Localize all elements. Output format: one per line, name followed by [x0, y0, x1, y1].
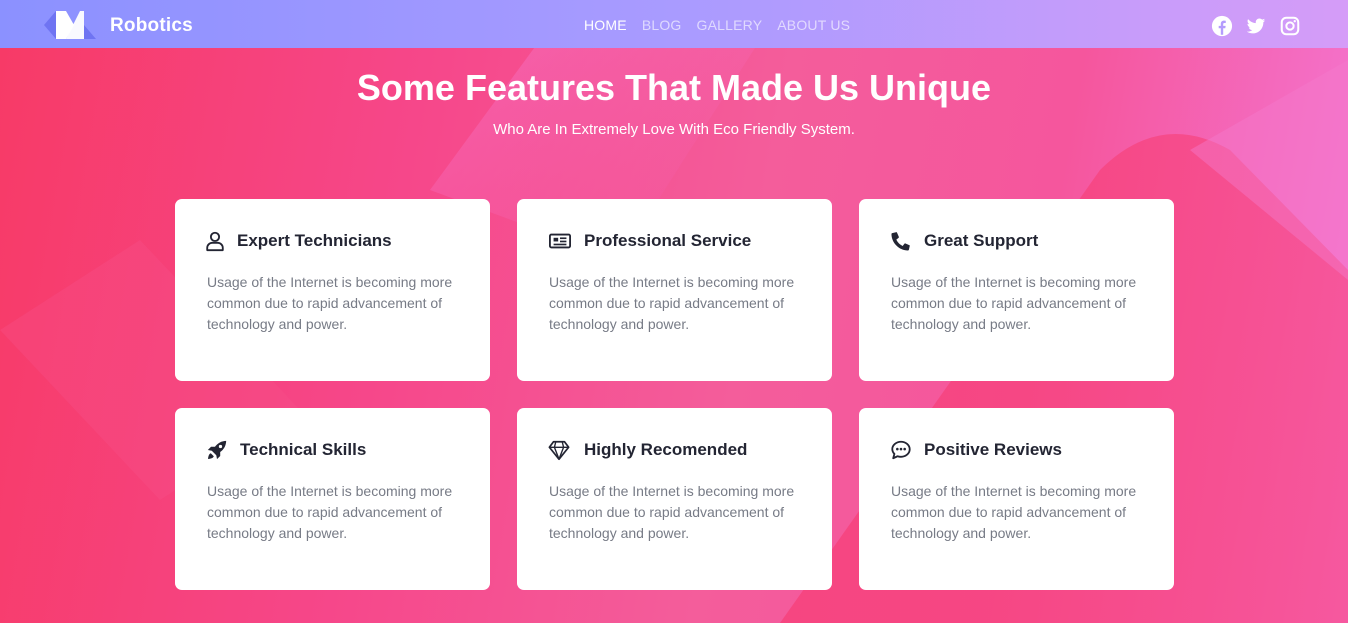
feature-title: Positive Reviews — [924, 440, 1062, 459]
feature-card-great-support: Great Support Usage of the Internet is b… — [859, 199, 1174, 381]
feature-description: Usage of the Internet is becoming more c… — [207, 483, 453, 541]
twitter-icon[interactable] — [1245, 15, 1267, 37]
rocket-icon — [207, 440, 227, 460]
phone-icon — [891, 232, 910, 251]
nav-gallery-link[interactable]: GALLERY — [697, 17, 763, 33]
robotics-logo-icon[interactable] — [44, 11, 96, 39]
user-icon — [206, 231, 224, 252]
instagram-icon[interactable] — [1279, 15, 1301, 37]
feature-card-technical-skills: Technical Skills Usage of the Internet i… — [175, 408, 490, 590]
feature-title: Technical Skills — [240, 440, 367, 459]
feature-card-professional-service: Professional Service Usage of the Intern… — [517, 199, 832, 381]
feature-card-highly-recomended: Highly Recomended Usage of the Internet … — [517, 408, 832, 590]
nav-about-us-link[interactable]: ABOUT US — [777, 17, 850, 33]
chat-bubble-icon — [891, 440, 911, 460]
facebook-icon[interactable] — [1211, 15, 1233, 37]
feature-description: Usage of the Internet is becoming more c… — [549, 274, 795, 332]
feature-card-expert-technicians: Expert Technicians Usage of the Internet… — [175, 199, 490, 381]
main-nav: HOME BLOG GALLERY ABOUT US — [584, 17, 850, 33]
section-title: Some Features That Made Us Unique — [356, 67, 992, 108]
feature-title: Highly Recomended — [584, 440, 748, 459]
section-subtitle: Who Are In Extremely Love With Eco Frien… — [493, 121, 855, 138]
feature-description: Usage of the Internet is becoming more c… — [549, 483, 795, 541]
feature-title: Professional Service — [584, 231, 752, 250]
feature-card-positive-reviews: Positive Reviews Usage of the Internet i… — [859, 408, 1174, 590]
nav-home-link[interactable]: HOME — [584, 17, 627, 33]
newspaper-icon — [549, 233, 571, 249]
feature-title: Expert Technicians — [237, 231, 392, 250]
feature-title: Great Support — [924, 231, 1039, 250]
top-navbar: Robotics HOME BLOG GALLERY ABOUT US — [0, 0, 1348, 48]
feature-description: Usage of the Internet is becoming more c… — [891, 274, 1137, 332]
diamond-icon — [548, 440, 570, 461]
feature-description: Usage of the Internet is becoming more c… — [207, 274, 453, 332]
brand-name[interactable]: Robotics — [110, 15, 193, 37]
nav-blog-link[interactable]: BLOG — [642, 17, 682, 33]
feature-description: Usage of the Internet is becoming more c… — [891, 483, 1137, 541]
